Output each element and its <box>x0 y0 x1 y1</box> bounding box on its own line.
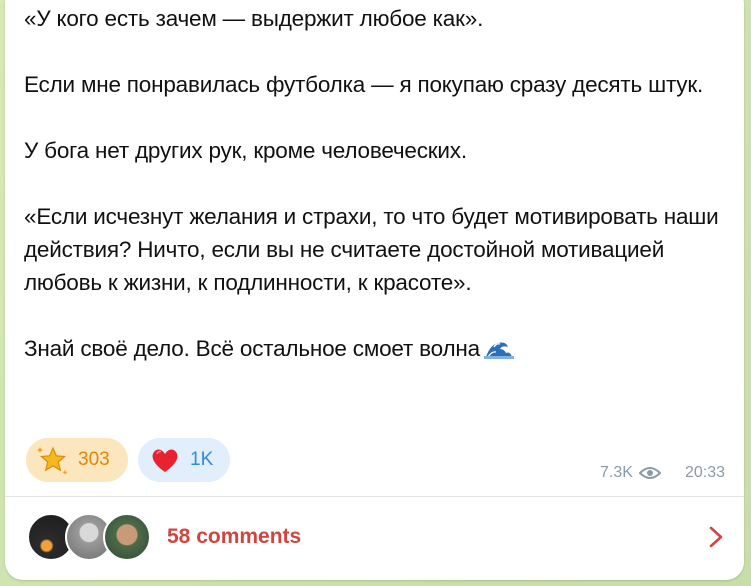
message-meta: 7.3K 20:33 <box>600 464 725 482</box>
message-paragraph: «Если исчезнут желания и страхи, то что … <box>24 204 719 295</box>
heart-icon <box>152 449 178 472</box>
comments-label: 58 comments <box>167 525 302 548</box>
message-time: 20:33 <box>684 464 725 481</box>
reaction-count: 303 <box>78 449 110 470</box>
comments-button[interactable]: 58 comments <box>5 497 744 577</box>
message-paragraph: «У кого есть зачем — выдержит любое как»… <box>24 6 484 31</box>
message-paragraph: У бога нет других рук, кроме человечески… <box>24 138 467 163</box>
view-count: 7.3K <box>600 464 633 481</box>
chevron-right-icon <box>709 526 723 548</box>
star-icon <box>37 446 68 475</box>
message-text: «У кого есть зачем — выдержит любое как»… <box>24 2 729 365</box>
reaction-star-button[interactable]: 303 <box>26 438 128 482</box>
wave-emoji-icon <box>483 342 514 359</box>
reaction-heart-button[interactable]: 1K <box>138 438 230 482</box>
reaction-count: 1K <box>190 449 214 470</box>
eye-icon <box>638 467 661 479</box>
message-paragraph-text: Знай своё дело. Всё остальное смоет волн… <box>24 336 480 361</box>
message-paragraph: Если мне понравилась футболка — я покупа… <box>24 72 704 97</box>
avatar <box>103 513 151 561</box>
message-paragraph-last: Знай своё дело. Всё остальное смоет волн… <box>24 332 729 365</box>
commenter-avatars <box>27 513 157 561</box>
